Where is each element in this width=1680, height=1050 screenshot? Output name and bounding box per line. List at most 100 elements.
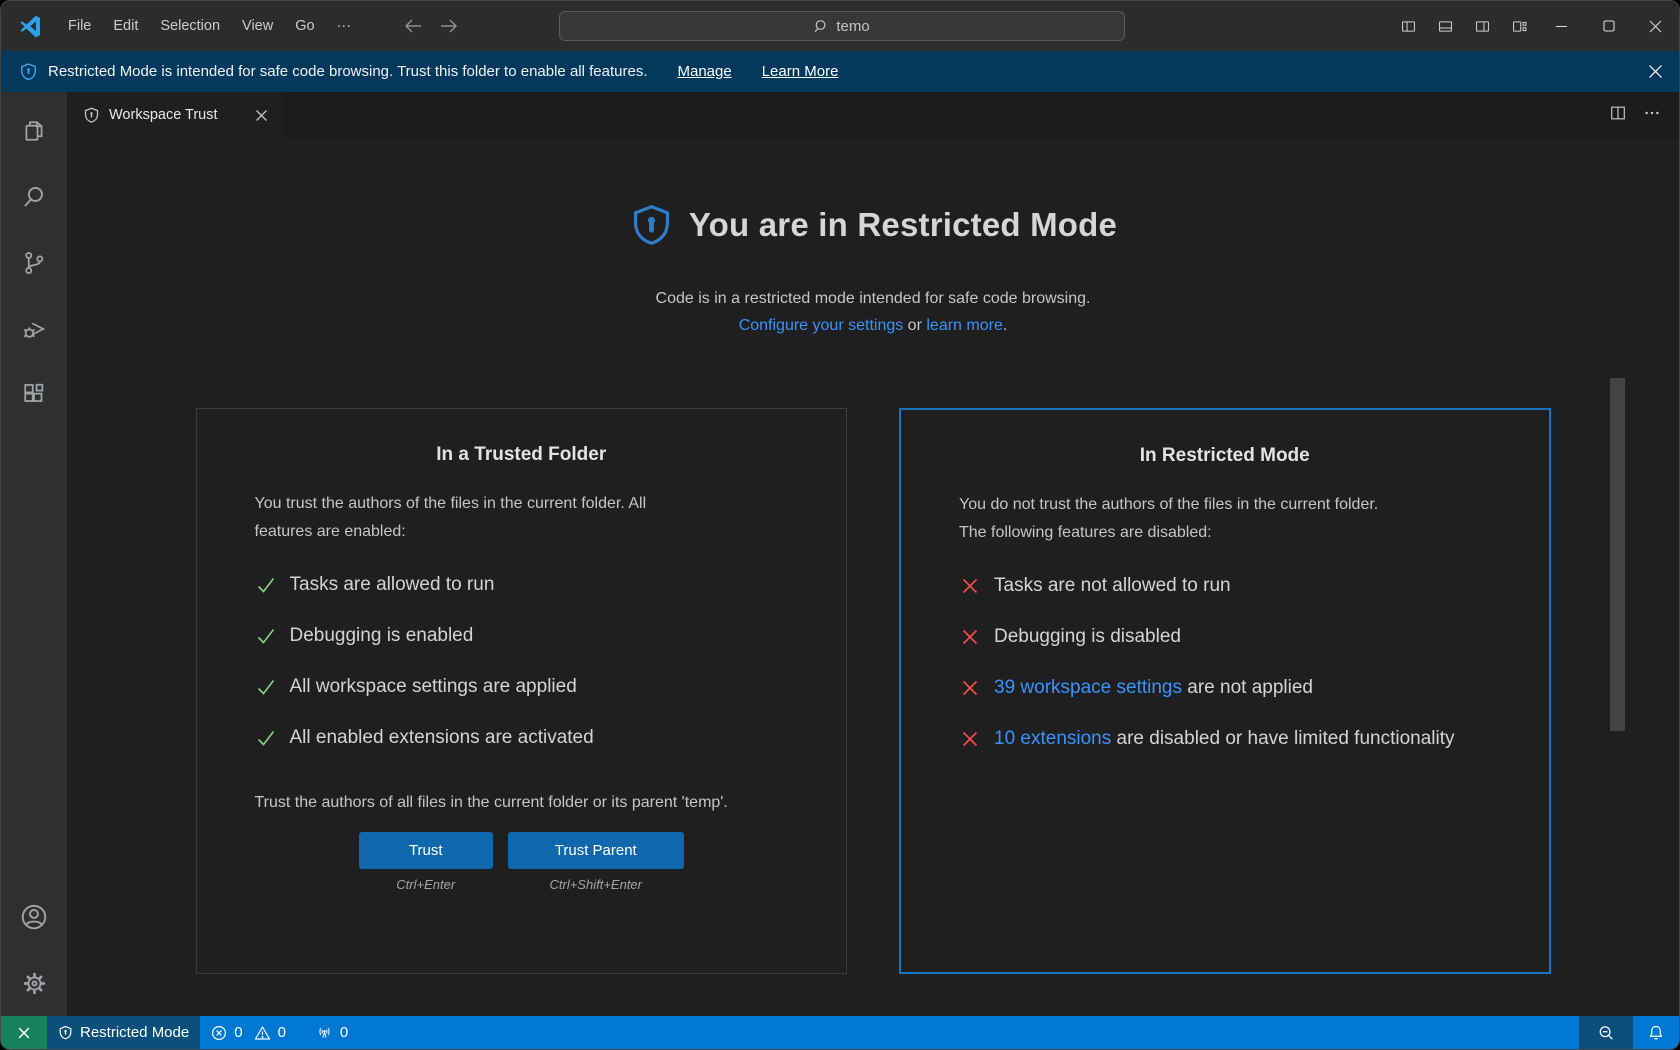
restricted-desc-line1: You do not trust the authors of the file… [959, 496, 1378, 513]
title-bar: File Edit Selection View Go ··· temo [1, 1, 1679, 51]
vscode-window: File Edit Selection View Go ··· temo [0, 0, 1680, 1050]
list-item: Debugging is enabled [255, 619, 789, 653]
shortcut-row: Ctrl+Enter Ctrl+Shift+Enter [255, 877, 789, 893]
close-window-button[interactable] [1632, 1, 1679, 51]
item-plain: Debugging is disabled [994, 626, 1181, 647]
restricted-feature-list: Tasks are not allowed to run Debugging i… [959, 569, 1491, 756]
customize-layout-icon[interactable] [1501, 1, 1538, 51]
list-item-text: Tasks are not allowed to run [994, 569, 1231, 603]
trusted-panel-description: You trust the authors of the files in th… [255, 490, 789, 546]
x-icon [959, 569, 981, 603]
list-item-text: Debugging is disabled [994, 620, 1181, 654]
learn-more-inline-link[interactable]: learn more [926, 317, 1002, 334]
workspace-trust-status[interactable]: Restricted Mode [47, 1016, 200, 1049]
check-icon [255, 568, 277, 602]
trust-buttons-row: Trust Trust Parent [255, 832, 789, 869]
subtitle-period: . [1003, 317, 1007, 334]
zoom-out-icon [1597, 1024, 1615, 1042]
ports-status[interactable]: 0 [305, 1016, 359, 1049]
account-icon[interactable] [1, 884, 67, 950]
restricted-panel-heading: In Restricted Mode [959, 444, 1491, 468]
list-item-text: 39 workspace settings are not applied [994, 671, 1313, 705]
manage-link[interactable]: Manage [678, 63, 732, 80]
shield-icon [19, 61, 38, 82]
toggle-panel-icon[interactable] [1427, 1, 1464, 51]
menu-more[interactable]: ··· [326, 13, 363, 39]
warning-icon [254, 1025, 271, 1041]
trust-parent-shortcut: Ctrl+Shift+Enter [508, 877, 684, 893]
workspace-settings-link[interactable]: 39 workspace settings [994, 677, 1182, 698]
list-item: All enabled extensions are activated [255, 721, 789, 755]
trust-button[interactable]: Trust [359, 832, 493, 869]
toggle-sidebar-icon[interactable] [1390, 1, 1427, 51]
source-control-icon[interactable] [1, 230, 67, 296]
search-value: temo [836, 18, 869, 35]
status-bar: Restricted Mode 0 0 0 [1, 1016, 1679, 1049]
more-actions-icon[interactable] [1643, 104, 1661, 127]
subtitle-line1: Code is in a restricted mode intended fo… [656, 290, 1091, 307]
item-plain: are not applied [1182, 677, 1313, 698]
restricted-mode-label: Restricted Mode [80, 1024, 189, 1041]
page-title-row: You are in Restricted Mode [196, 138, 1551, 248]
x-icon [959, 671, 981, 705]
menu-go[interactable]: Go [284, 13, 325, 39]
vscode-logo-icon [17, 13, 43, 39]
x-icon [959, 722, 981, 756]
error-icon [211, 1025, 227, 1041]
back-arrow-icon[interactable] [404, 18, 422, 34]
list-item: 39 workspace settings are not applied [959, 671, 1491, 705]
zoom-status[interactable] [1579, 1016, 1633, 1049]
restricted-mode-panel: In Restricted Mode You do not trust the … [899, 408, 1551, 974]
tab-close-icon[interactable] [252, 106, 271, 125]
shield-icon [83, 106, 100, 124]
trust-shortcut: Ctrl+Enter [359, 877, 493, 893]
subtitle-or: or [903, 317, 926, 334]
configure-settings-link[interactable]: Configure your settings [739, 317, 904, 334]
extensions-icon[interactable] [1, 362, 67, 428]
notifications-status[interactable] [1633, 1016, 1679, 1049]
editor-scrollbar[interactable] [1610, 378, 1625, 731]
menu-view[interactable]: View [231, 13, 284, 39]
window-controls [1390, 1, 1679, 51]
remote-indicator[interactable] [1, 1016, 47, 1049]
x-icon [959, 620, 981, 654]
learn-more-link[interactable]: Learn More [762, 63, 839, 80]
history-nav [404, 18, 458, 34]
tab-workspace-trust[interactable]: Workspace Trust [67, 92, 283, 138]
banner-close-icon[interactable] [1648, 64, 1663, 79]
command-center-search[interactable]: temo [559, 11, 1125, 41]
trust-parent-button[interactable]: Trust Parent [508, 832, 684, 869]
trusted-feature-list: Tasks are allowed to run Debugging is en… [255, 568, 789, 755]
maximize-button[interactable] [1585, 1, 1632, 51]
problems-status[interactable]: 0 0 [200, 1016, 297, 1049]
menu-selection[interactable]: Selection [149, 13, 231, 39]
search-icon [814, 19, 829, 34]
list-item: 10 extensions are disabled or have limit… [959, 722, 1491, 756]
settings-gear-icon[interactable] [1, 950, 67, 1016]
explorer-icon[interactable] [1, 98, 67, 164]
list-item-text: All workspace settings are applied [290, 670, 577, 704]
search-icon[interactable] [1, 164, 67, 230]
shield-icon [58, 1024, 73, 1041]
page-title: You are in Restricted Mode [689, 206, 1117, 244]
tab-label: Workspace Trust [109, 107, 218, 123]
ports-count: 0 [340, 1024, 348, 1041]
menu-bar: File Edit Selection View Go ··· [57, 13, 362, 39]
forward-arrow-icon[interactable] [440, 18, 458, 34]
list-item: All workspace settings are applied [255, 670, 789, 704]
workbench-body: Workspace Trust [1, 92, 1679, 1016]
list-item-text: 10 extensions are disabled or have limit… [994, 722, 1455, 756]
minimize-button[interactable] [1538, 1, 1585, 51]
run-debug-icon[interactable] [1, 296, 67, 362]
remote-icon [15, 1025, 33, 1041]
toggle-secondary-sidebar-icon[interactable] [1464, 1, 1501, 51]
menu-edit[interactable]: Edit [102, 13, 149, 39]
menu-file[interactable]: File [57, 13, 102, 39]
workspace-trust-editor: You are in Restricted Mode Code is in a … [67, 138, 1679, 1016]
list-item: Debugging is disabled [959, 620, 1491, 654]
editor-actions [1609, 92, 1661, 138]
split-editor-icon[interactable] [1609, 104, 1627, 127]
extensions-link[interactable]: 10 extensions [994, 728, 1111, 749]
warning-count: 0 [278, 1024, 286, 1041]
list-item-text: Tasks are allowed to run [290, 568, 495, 602]
